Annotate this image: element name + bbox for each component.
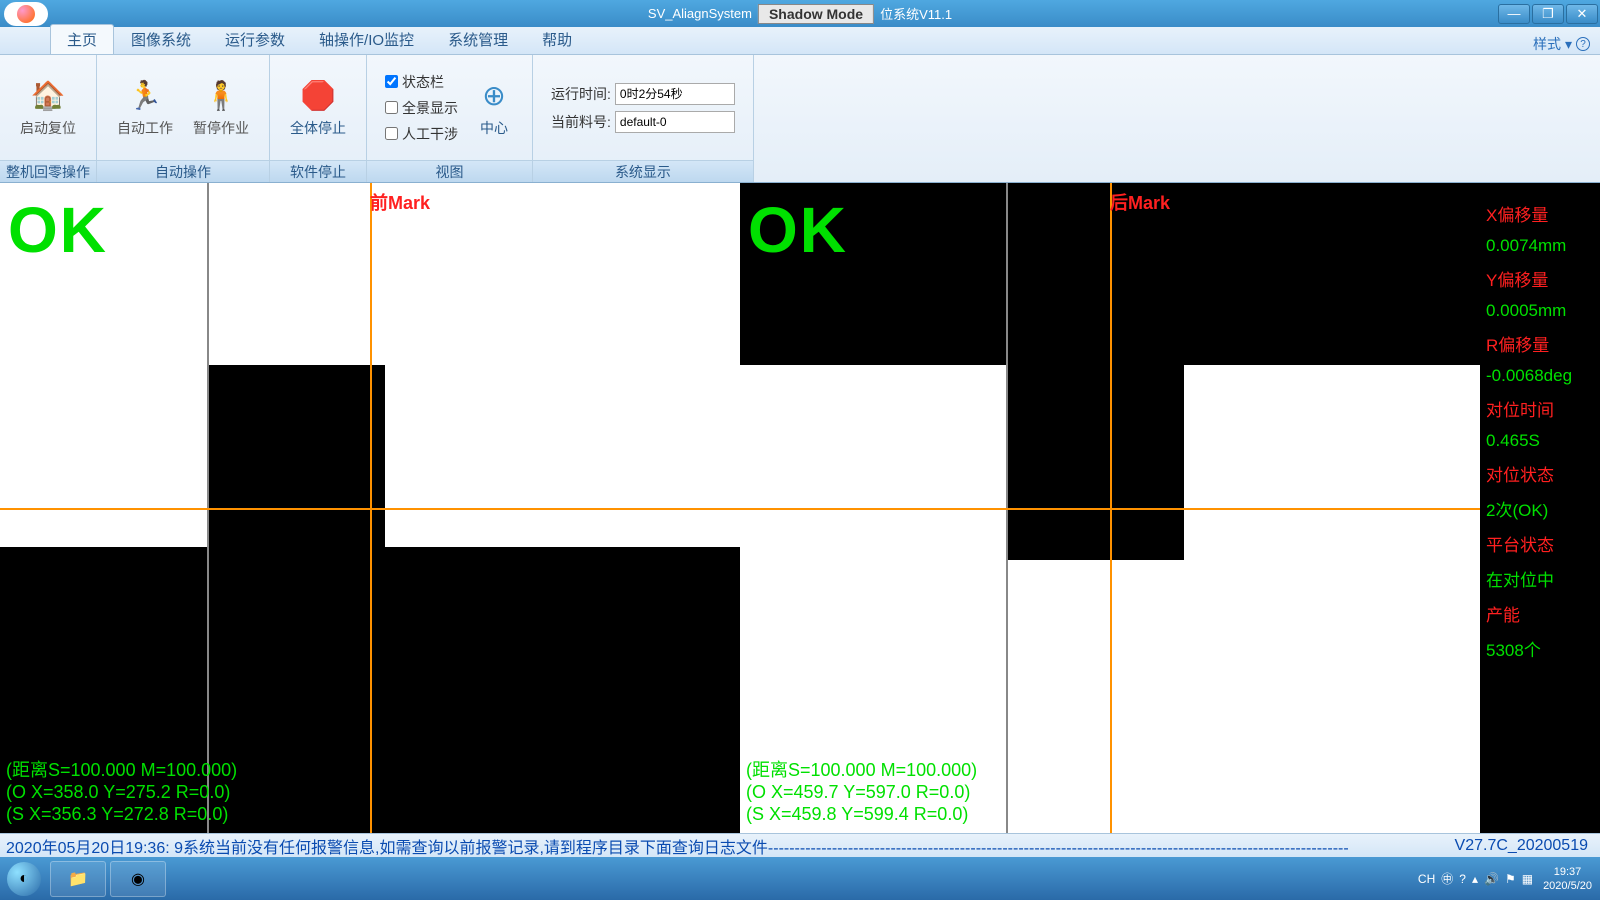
help-tray-icon[interactable]: ? (1459, 872, 1466, 886)
home-icon: 🏠 (30, 78, 66, 114)
help-icon[interactable]: ? (1576, 37, 1590, 51)
ribbon-toolbar: 🏠 启动复位 整机回零操作 🏃 自动工作 🧍 暂停作业 自动操作 🛑 全体停止 … (0, 55, 1600, 183)
platform-status-value: 在对位中 (1486, 566, 1594, 591)
run-time-field (615, 83, 735, 105)
y-offset-label: Y偏移量 (1486, 266, 1594, 291)
tab-system-manage[interactable]: 系统管理 (431, 24, 525, 54)
group-label-soft-stop: 软件停止 (270, 160, 366, 182)
align-status-label: 对位状态 (1486, 461, 1594, 486)
group-label-system-display: 系统显示 (533, 160, 753, 182)
status-bar: 2020年05月20日19:36: 9系统当前没有任何报警信息,如需查询以前报警… (0, 833, 1600, 857)
group-label-auto: 自动操作 (97, 160, 269, 182)
shadow-mode-button[interactable]: Shadow Mode (758, 4, 874, 24)
center-icon: ⊕ (476, 78, 512, 114)
align-time-value: 0.465S (1486, 431, 1594, 451)
minimize-button[interactable]: — (1498, 4, 1530, 24)
tab-run-params[interactable]: 运行参数 (208, 24, 302, 54)
tab-image-system[interactable]: 图像系统 (114, 24, 208, 54)
offset-panel: X偏移量 0.0074mm Y偏移量 0.0005mm R偏移量 -0.0068… (1480, 183, 1600, 833)
start-button[interactable]: ◐ (0, 859, 48, 899)
y-offset-value: 0.0005mm (1486, 301, 1594, 321)
throughput-value: 5308个 (1486, 636, 1594, 661)
panorama-checkbox[interactable]: 全景显示 (385, 98, 458, 118)
stop-icon: 🛑 (300, 78, 336, 114)
menu-bar: 主页 图像系统 运行参数 轴操作/IO监控 系统管理 帮助 样式▾ ? (0, 27, 1600, 55)
rear-mark-label: 后Mark (1110, 189, 1170, 215)
network-icon[interactable]: ▦ (1522, 872, 1533, 886)
camera-front[interactable]: 前Mark OK (距离S=100.000 M=100.000) (O X=35… (0, 183, 740, 833)
lang-indicator[interactable]: CH (1418, 872, 1435, 886)
system-clock[interactable]: 19:37 2020/5/20 (1543, 865, 1592, 893)
tab-axis-io[interactable]: 轴操作/IO监控 (302, 24, 431, 54)
throughput-label: 产能 (1486, 601, 1594, 626)
tray-icons[interactable]: CH ㊥ ? ▴ 🔊 ⚑ ▦ (1418, 870, 1533, 887)
r-offset-value: -0.0068deg (1486, 366, 1594, 386)
r-offset-label: R偏移量 (1486, 331, 1594, 356)
run-icon: 🏃 (127, 78, 163, 114)
auto-work-button[interactable]: 🏃 自动工作 (107, 74, 183, 142)
front-cam-data: (距离S=100.000 M=100.000) (O X=358.0 Y=275… (6, 759, 237, 825)
style-dropdown[interactable]: 样式▾ ? (1533, 34, 1590, 54)
x-offset-label: X偏移量 (1486, 201, 1594, 226)
pause-icon: 🧍 (203, 78, 239, 114)
version-label: V27.7C_20200519 (1449, 837, 1594, 855)
titlebar-app-left: SV_AliagnSystem (648, 6, 752, 21)
x-offset-value: 0.0074mm (1486, 236, 1594, 256)
align-time-label: 对位时间 (1486, 396, 1594, 421)
front-mark-label: 前Mark (370, 189, 430, 215)
camera-rear[interactable]: 后Mark OK (距离S=100.000 M=100.000) (O X=45… (740, 183, 1480, 833)
titlebar-app-right: 位系统V11.1 (880, 4, 952, 23)
windows-taskbar: ◐ 📁 ◉ CH ㊥ ? ▴ 🔊 ⚑ ▦ 19:37 2020/5/20 (0, 857, 1600, 900)
stop-all-button[interactable]: 🛑 全体停止 (280, 74, 356, 142)
group-label-view: 视图 (367, 160, 532, 182)
center-button[interactable]: ⊕ 中心 (466, 74, 522, 142)
group-label-zero: 整机回零操作 (0, 160, 96, 182)
tab-home[interactable]: 主页 (50, 24, 114, 54)
material-id-label: 当前料号: (551, 112, 611, 132)
status-message: 2020年05月20日19:36: 9系统当前没有任何报警信息,如需查询以前报警… (6, 834, 1349, 858)
window-titlebar: SV_AliagnSystem Shadow Mode 位系统V11.1 — ❐… (0, 0, 1600, 27)
rear-ok-status: OK (748, 193, 848, 267)
ime-icon[interactable]: ㊥ (1441, 870, 1453, 887)
material-id-field (615, 111, 735, 133)
maximize-button[interactable]: ❐ (1532, 4, 1564, 24)
platform-status-label: 平台状态 (1486, 531, 1594, 556)
pause-job-button[interactable]: 🧍 暂停作业 (183, 74, 259, 142)
tab-help[interactable]: 帮助 (525, 24, 589, 54)
run-time-label: 运行时间: (551, 84, 611, 104)
chevron-up-icon[interactable]: ▴ (1472, 872, 1478, 886)
close-button[interactable]: ✕ (1566, 4, 1598, 24)
status-bar-checkbox[interactable]: 状态栏 (385, 72, 458, 92)
start-reset-button[interactable]: 🏠 启动复位 (10, 74, 86, 142)
app-icon (4, 2, 48, 26)
rear-cam-data: (距离S=100.000 M=100.000) (O X=459.7 Y=597… (746, 759, 977, 825)
app-task-button[interactable]: ◉ (110, 861, 166, 897)
manual-intervene-checkbox[interactable]: 人工干涉 (385, 124, 458, 144)
flag-icon[interactable]: ⚑ (1505, 872, 1516, 886)
front-ok-status: OK (8, 193, 108, 267)
explorer-task-button[interactable]: 📁 (50, 861, 106, 897)
align-status-value: 2次(OK) (1486, 496, 1594, 521)
main-view: 前Mark OK (距离S=100.000 M=100.000) (O X=35… (0, 183, 1600, 833)
volume-icon[interactable]: 🔊 (1484, 872, 1499, 886)
